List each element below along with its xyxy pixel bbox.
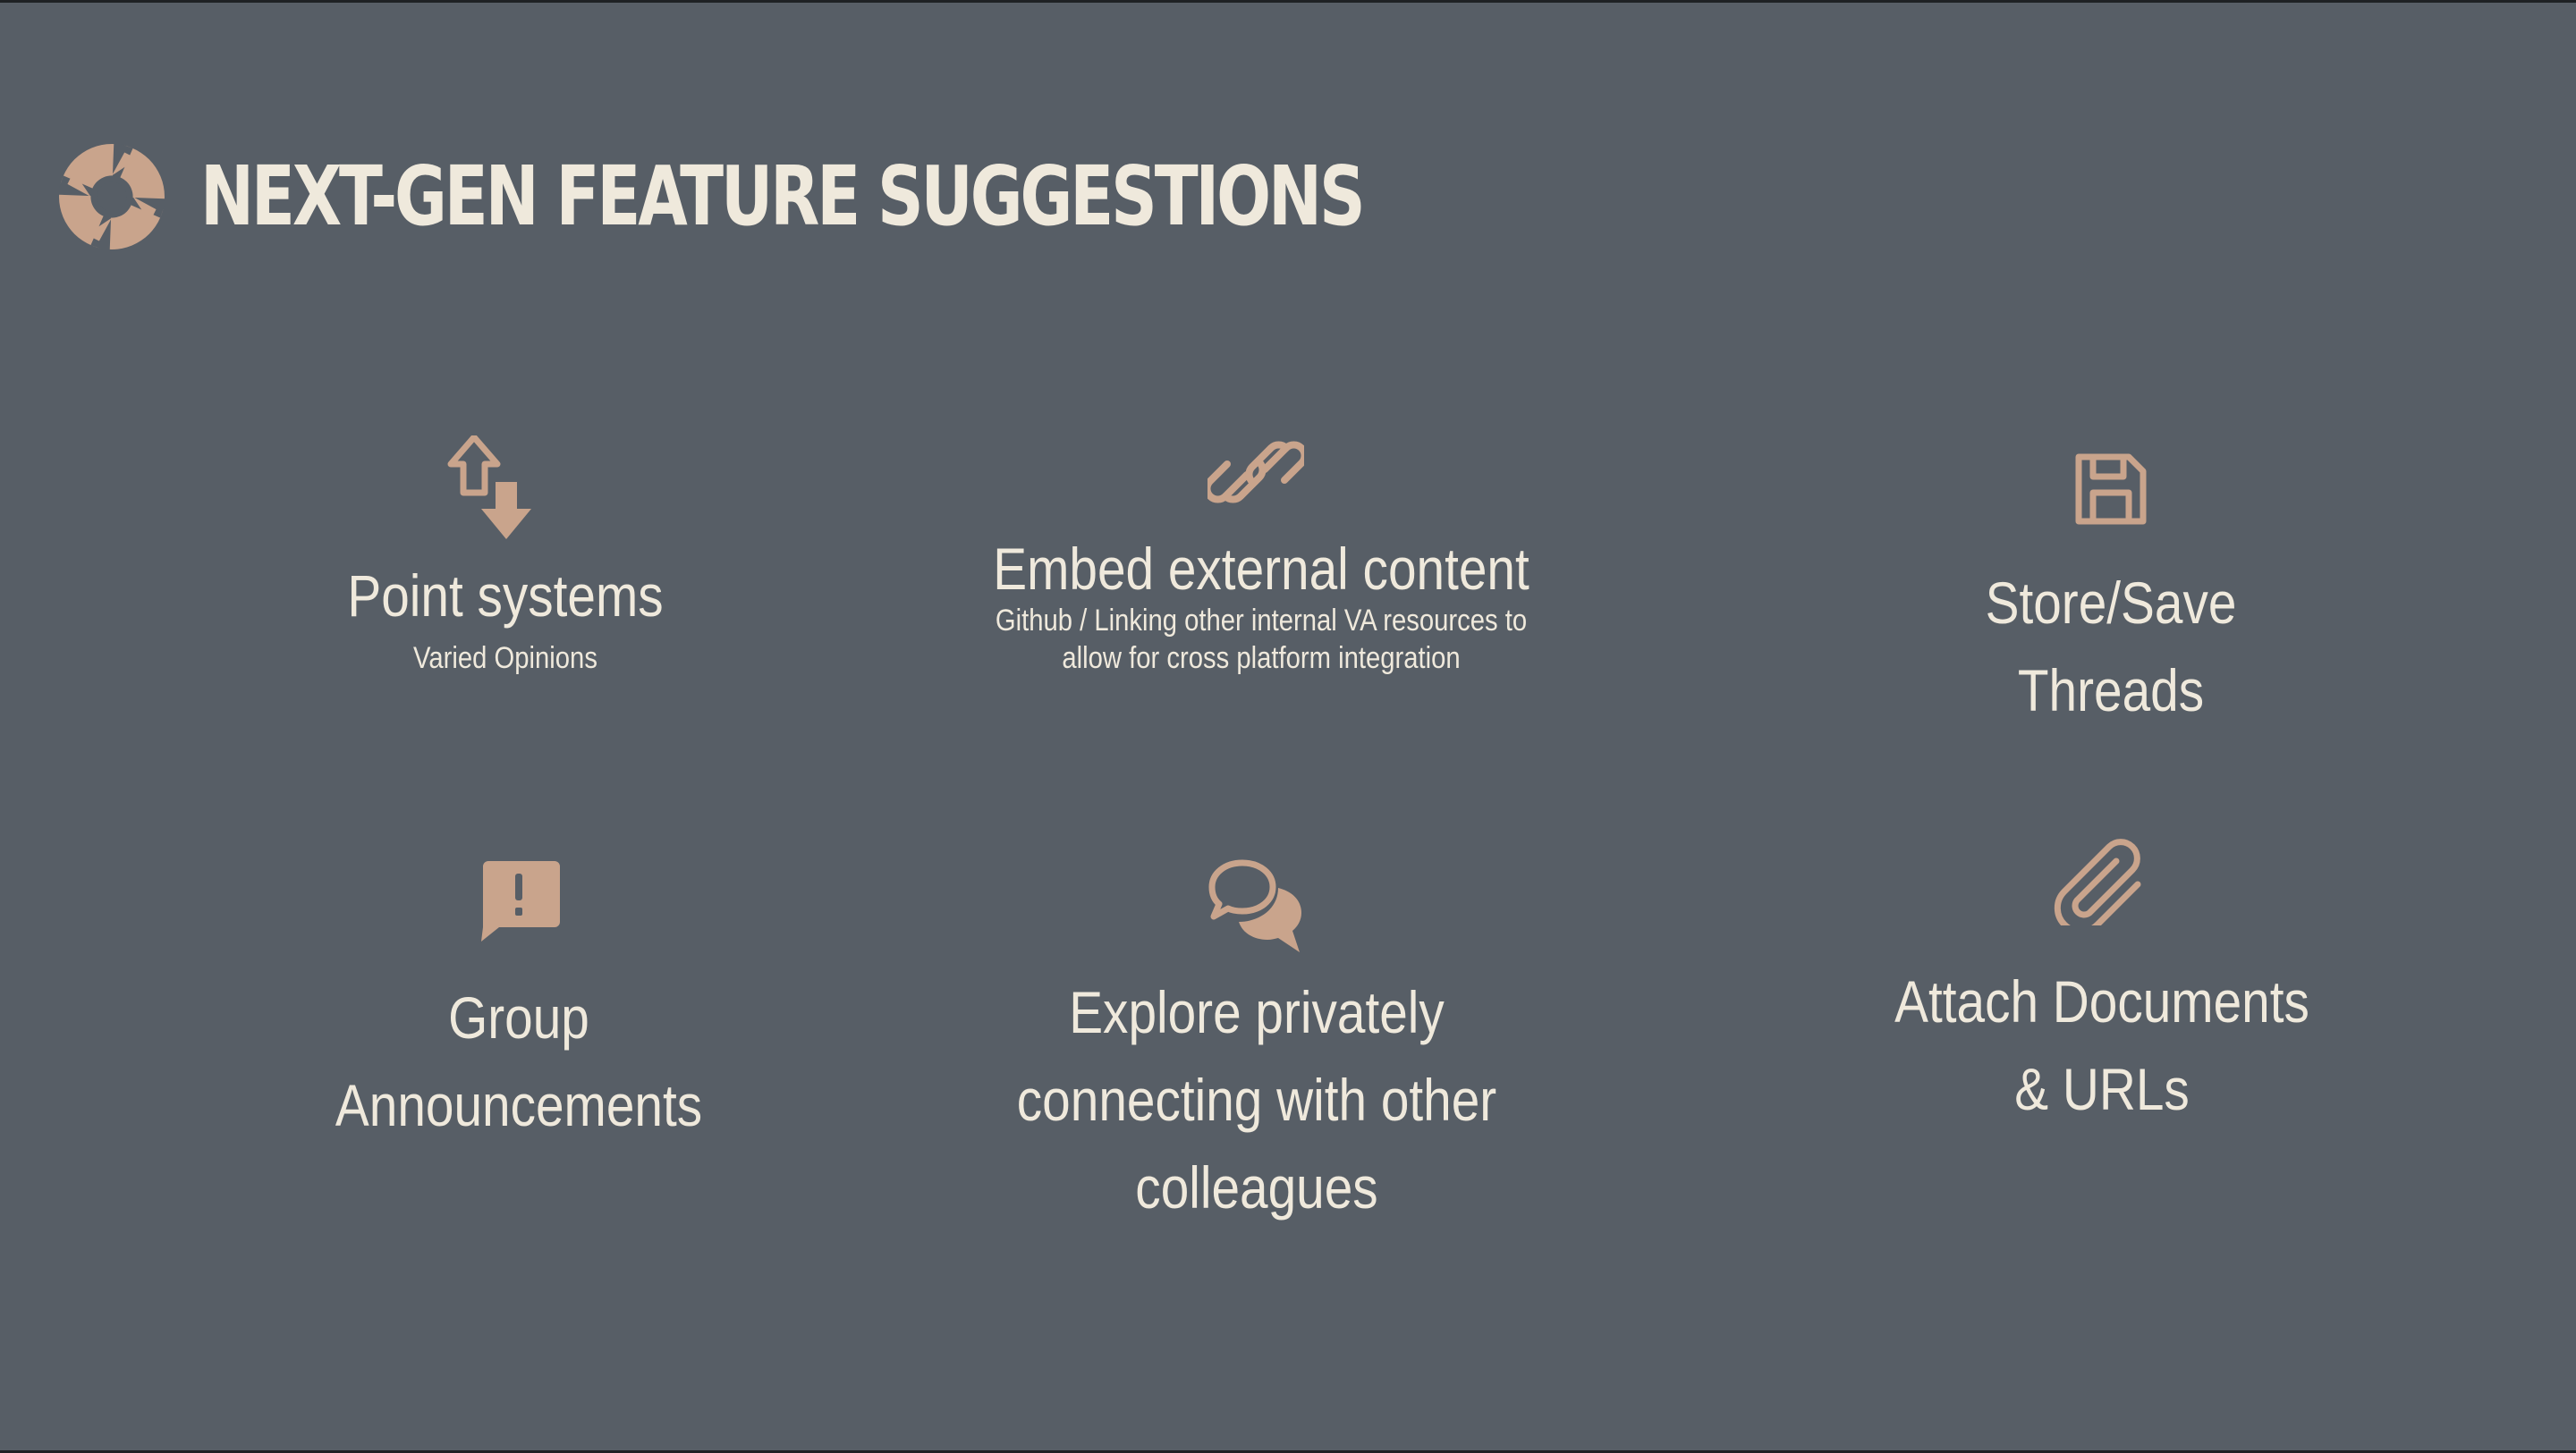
feature-embed-content: Embed external content Github / Linking …	[948, 435, 1574, 677]
paperclip-icon	[2054, 839, 2141, 925]
feature-label: Store/Save Threads	[1985, 570, 2237, 723]
feature-label: Attach Documents & URLs	[1894, 968, 2309, 1122]
feature-group-announcements: Group Announcements	[295, 859, 742, 1149]
floppy-disk-icon	[2075, 453, 2147, 525]
slide: NEXT-GEN FEATURE SUGGESTIONS Point syste…	[0, 3, 2576, 1450]
link-icon	[1208, 441, 1304, 503]
feature-explore-privately: Explore privately connecting with other …	[948, 857, 1565, 1231]
feature-point-systems: Point systems Varied Opinions	[295, 435, 716, 677]
feature-label: Embed external content	[993, 536, 1530, 602]
page-title: NEXT-GEN FEATURE SUGGESTIONS	[200, 148, 1366, 244]
feature-label: Point systems	[347, 562, 664, 629]
alert-message-icon	[481, 861, 560, 942]
title-row: NEXT-GEN FEATURE SUGGESTIONS	[59, 144, 1690, 249]
arrows-up-down-icon	[447, 435, 531, 539]
feature-attach-documents: Attach Documents & URLs	[1852, 836, 2352, 1133]
chat-bubbles-icon	[1208, 859, 1301, 952]
aperture-icon	[59, 144, 165, 249]
feature-sublabel: Github / Linking other internal VA resou…	[995, 604, 1528, 675]
feature-sublabel: Varied Opinions	[413, 641, 597, 675]
feature-label: Group Announcements	[335, 984, 703, 1138]
feature-store-threads: Store/Save Threads	[1896, 452, 2326, 734]
feature-label: Explore privately connecting with other …	[1016, 979, 1497, 1221]
